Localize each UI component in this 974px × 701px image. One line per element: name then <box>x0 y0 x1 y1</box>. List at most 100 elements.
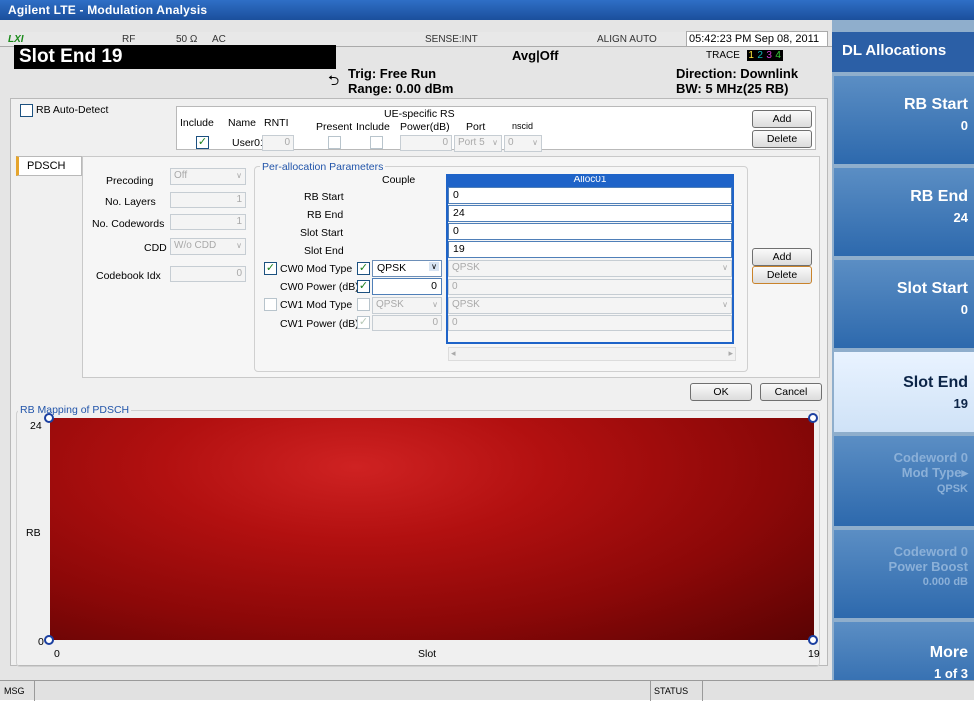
trace-4[interactable]: 4 <box>773 50 783 61</box>
slot-start-label: Slot Start <box>300 227 344 239</box>
bandwidth-status: BW: 5 MHz(25 RB) <box>676 81 789 96</box>
alloc-handle-bottom-left[interactable] <box>44 635 54 645</box>
alloc-delete-button[interactable]: Delete <box>752 266 812 284</box>
user-delete-button[interactable]: Delete <box>752 130 812 148</box>
trace-label: TRACE <box>706 50 740 61</box>
rb-allocation-region[interactable] <box>50 418 814 640</box>
coupling-label: AC <box>212 34 226 45</box>
cdd-label: CDD <box>144 242 167 254</box>
col-include-rs: Include <box>356 121 390 133</box>
status-divider <box>650 681 651 701</box>
tab-pdsch[interactable]: PDSCH <box>16 156 82 176</box>
align-label: ALIGN AUTO <box>597 34 657 45</box>
col-port: Port <box>466 121 486 133</box>
col-rnti: RNTI <box>264 117 289 129</box>
status-label: STATUS <box>654 686 689 696</box>
slot-start-input[interactable]: 0 <box>448 223 732 240</box>
rs-power-field: 0 <box>400 135 452 151</box>
cw1-power-field: 0 <box>448 315 732 331</box>
cw0-mod-select: QPSK ∨ <box>448 260 732 277</box>
rb-auto-detect-checkbox[interactable] <box>20 104 33 117</box>
lxi-icon: LXI <box>8 34 24 45</box>
cw0-mod-couple-checkbox[interactable]: ✓ <box>357 262 370 275</box>
cw1-mod-select: QPSK ∨ <box>448 297 732 314</box>
y-axis-label: RB <box>26 527 41 539</box>
couple-header: Couple <box>382 174 416 186</box>
scroll-right-icon[interactable]: ▸ <box>728 348 733 359</box>
cdd-select: W/o CDD ∨ <box>170 238 246 255</box>
col-present: Present <box>316 121 353 133</box>
softkey-rb-start[interactable]: RB Start 0 <box>834 76 974 164</box>
codewords-label: No. Codewords <box>92 218 165 230</box>
alloc-handle-bottom-right[interactable] <box>808 635 818 645</box>
codebook-label: Codebook Idx <box>96 270 161 282</box>
cw1-mod-label: CW1 Mod Type <box>280 299 353 311</box>
scroll-left-icon[interactable]: ◂ <box>451 348 456 359</box>
layers-field: 1 <box>170 192 246 208</box>
softkey-rb-end[interactable]: RB End 24 <box>834 168 974 256</box>
alloc-horizontal-scrollbar[interactable]: ◂ ▸ <box>448 347 736 361</box>
trace-1[interactable]: 1 <box>746 50 756 61</box>
rb-auto-detect-label: RB Auto-Detect <box>36 104 109 116</box>
col-power: Power(dB) <box>400 121 450 133</box>
nscid-select: 0 ∨ <box>504 135 542 152</box>
cw1-mod-couple-select: QPSK ∨ <box>372 297 442 314</box>
col-ue-rs: UE-specific RS <box>384 108 455 120</box>
alloc-handle-top-right[interactable] <box>808 413 818 423</box>
cw0-mod-couple-select[interactable]: QPSK ∨ <box>372 260 442 277</box>
col-name: Name <box>228 117 257 129</box>
cw0-power-couple-checkbox[interactable]: ✓ <box>357 280 370 293</box>
cancel-button[interactable]: Cancel <box>760 383 822 401</box>
rb-start-input[interactable]: 0 <box>448 187 732 204</box>
softkey-codeword0-power-boost: Codeword 0 Power Boost 0.000 dB <box>834 530 974 618</box>
slot-end-input[interactable]: 19 <box>448 241 732 258</box>
cw1-power-couple-checkbox: ✓ <box>357 316 370 329</box>
rnti-field: 0 <box>262 135 294 151</box>
col-nscid: nscid <box>512 121 534 131</box>
rb-end-input[interactable]: 24 <box>448 205 732 222</box>
tab-pdsch-label: PDSCH <box>27 160 66 172</box>
datetime-display: 05:42:23 PM Sep 08, 2011 <box>686 31 828 47</box>
rs-present-checkbox <box>328 136 341 149</box>
trace-2[interactable]: 2 <box>755 50 765 61</box>
cw0-mod-label: CW0 Mod Type <box>280 263 353 275</box>
layers-label: No. Layers <box>105 196 156 208</box>
rf-label: RF <box>122 34 136 45</box>
range-status: Range: 0.00 dBm <box>348 81 454 96</box>
status-divider-2 <box>702 681 703 701</box>
rs-include-checkbox <box>370 136 383 149</box>
cw1-mod-enable-checkbox[interactable] <box>264 298 277 311</box>
user-add-button[interactable]: Add <box>752 110 812 128</box>
trigger-status: Trig: Free Run <box>348 66 437 81</box>
codewords-field: 1 <box>170 214 246 230</box>
cw1-power-couple-field: 0 <box>372 315 442 331</box>
alloc-add-button[interactable]: Add <box>752 248 812 266</box>
user-include-checkbox[interactable]: ✓ <box>196 136 209 149</box>
cw1-power-label: CW1 Power (dB) <box>280 318 359 330</box>
slot-end-label: Slot End <box>304 245 344 257</box>
window-title: Agilent LTE - Modulation Analysis <box>0 0 974 20</box>
x-axis-label: Slot <box>418 648 437 660</box>
trace-3[interactable]: 3 <box>764 50 774 61</box>
rb-start-label: RB Start <box>304 191 344 203</box>
cw0-power-couple-input[interactable]: 0 <box>372 278 442 295</box>
precoding-select: Off ∨ <box>170 168 246 185</box>
alloc-handle-top-left[interactable] <box>44 413 54 423</box>
rs-port-select: Port 5 ∨ <box>454 135 502 152</box>
ok-button[interactable]: OK <box>690 383 752 401</box>
y-min-label: 0 <box>38 636 44 648</box>
msg-label: MSG <box>4 686 25 696</box>
restart-icon[interactable]: ⮌ <box>328 70 339 94</box>
active-parameter-display: Slot End 19 <box>14 45 336 69</box>
x-min-label: 0 <box>54 648 60 660</box>
average-status: Avg|Off <box>512 48 559 63</box>
cw0-mod-enable-checkbox[interactable]: ✓ <box>264 262 277 275</box>
softkey-slot-start[interactable]: Slot Start 0 <box>834 260 974 348</box>
status-bar: MSG STATUS <box>0 680 974 701</box>
softkey-menu-title: DL Allocations <box>832 32 974 72</box>
trace-indicator: TRACE 1234 <box>706 50 783 61</box>
softkey-slot-end[interactable]: Slot End 19 <box>834 352 974 432</box>
per-allocation-title: Per-allocation Parameters <box>260 161 386 173</box>
softkey-codeword0-mod-type: Codeword 0 Mod Type▸ QPSK <box>834 436 974 526</box>
sense-label: SENSE:INT <box>425 34 478 45</box>
